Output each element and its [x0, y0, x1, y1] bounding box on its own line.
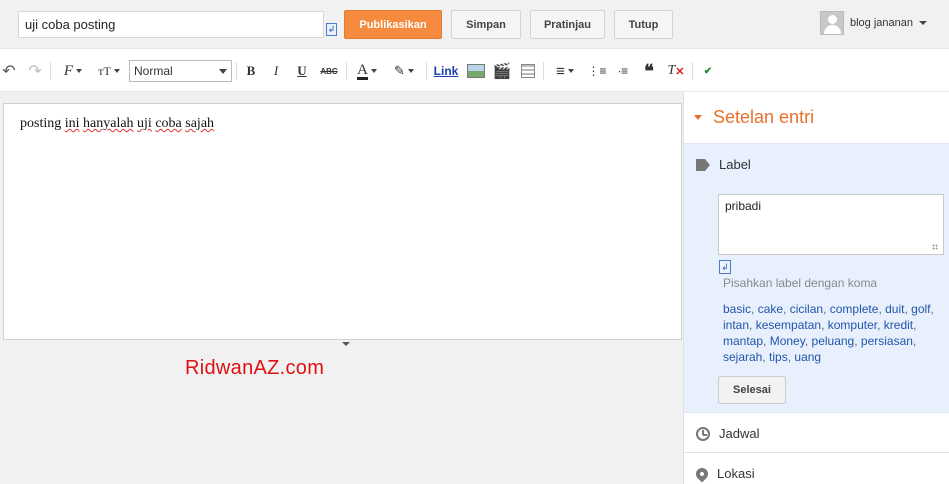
- post-title-input[interactable]: [18, 11, 324, 38]
- insert-link-button[interactable]: Link: [432, 61, 460, 81]
- post-settings-title: Setelan entri: [713, 106, 815, 127]
- spell-check-icon[interactable]: ✔: [698, 61, 718, 81]
- done-button[interactable]: Selesai: [718, 376, 786, 404]
- clock-icon: [696, 426, 710, 441]
- format-select[interactable]: Normal: [129, 60, 232, 82]
- label-suggestion[interactable]: persiasan: [861, 334, 913, 348]
- watermark: RidwanAZ.com: [185, 357, 325, 379]
- post-editor-page: ↲ Publikasikan Simpan Pratinjau Tutup bl…: [0, 0, 949, 484]
- editor-resize-handle[interactable]: [342, 342, 350, 346]
- undo-icon[interactable]: ↶: [0, 61, 18, 81]
- label-suggestion[interactable]: basic: [723, 302, 751, 316]
- label-suggestion[interactable]: kesempatan: [756, 318, 821, 332]
- save-button[interactable]: Simpan: [451, 10, 521, 39]
- post-body-editor[interactable]: posting ini hanyalah uji coba sajah: [3, 103, 682, 340]
- italic-icon[interactable]: I: [268, 61, 284, 81]
- schedule-section-header[interactable]: Jadwal: [696, 426, 759, 441]
- toolbar-divider: [692, 62, 693, 80]
- toolbar-divider: [426, 62, 427, 80]
- bulleted-list-icon[interactable]: ∙≡: [614, 61, 632, 81]
- label-suggestion[interactable]: cake: [758, 302, 783, 316]
- post-settings-header[interactable]: Setelan entri: [684, 92, 949, 142]
- label-suggestion[interactable]: complete: [830, 302, 879, 316]
- underline-icon[interactable]: U: [294, 61, 310, 81]
- post-settings-sidebar: Setelan entri Label pribadi ↲ Pisahkan l…: [683, 92, 949, 484]
- location-section-header[interactable]: Lokasi: [693, 465, 755, 482]
- editor-toolbar: ↶ ↷ F тT Normal B I U ABC A ✎ Link 🎬 ≡ ⋮…: [0, 48, 949, 92]
- toolbar-divider: [346, 62, 347, 80]
- label-suggestion[interactable]: mantap: [723, 334, 763, 348]
- preview-button[interactable]: Pratinjau: [530, 10, 605, 39]
- strikethrough-icon[interactable]: ABC: [318, 61, 340, 81]
- post-body-text: posting ini hanyalah uji coba sajah: [20, 116, 215, 131]
- quote-icon[interactable]: ❝: [640, 61, 658, 81]
- transliterate-icon[interactable]: ↲: [719, 260, 731, 274]
- close-button[interactable]: Tutup: [614, 10, 673, 39]
- chevron-down-icon: [919, 21, 928, 25]
- transliterate-icon[interactable]: ↲: [326, 23, 337, 36]
- text-color-icon[interactable]: A: [352, 61, 382, 81]
- top-bar: ↲ Publikasikan Simpan Pratinjau Tutup bl…: [0, 0, 949, 48]
- chevron-down-icon: [219, 69, 227, 74]
- redo-icon[interactable]: ↷: [26, 61, 44, 81]
- label-suggestion[interactable]: sejarah: [723, 350, 762, 364]
- bold-icon[interactable]: B: [243, 61, 259, 81]
- label-section: Label pribadi ↲ Pisahkan label dengan ko…: [684, 143, 949, 413]
- label-suggestion[interactable]: intan: [723, 318, 749, 332]
- schedule-section-title: Jadwal: [719, 426, 760, 441]
- font-family-icon[interactable]: F: [57, 61, 89, 81]
- section-divider: [684, 452, 949, 453]
- label-section-header[interactable]: Label: [696, 157, 751, 172]
- toolbar-divider: [543, 62, 544, 80]
- align-icon[interactable]: ≡: [550, 61, 580, 81]
- remove-formatting-icon[interactable]: T ✕: [666, 61, 686, 81]
- textarea-resize-grip-icon[interactable]: [932, 244, 938, 250]
- label-hint: Pisahkan label dengan koma: [723, 276, 878, 290]
- font-size-icon[interactable]: тT: [94, 61, 124, 81]
- label-suggestion[interactable]: komputer: [828, 318, 877, 332]
- publish-button[interactable]: Publikasikan: [344, 10, 442, 39]
- location-section-title: Lokasi: [717, 466, 755, 481]
- format-select-value: Normal: [134, 64, 173, 78]
- label-suggestion[interactable]: peluang: [812, 334, 855, 348]
- avatar: [820, 11, 844, 35]
- user-menu[interactable]: blog jananan: [820, 11, 928, 35]
- insert-image-icon[interactable]: [465, 61, 487, 81]
- numbered-list-icon[interactable]: ⋮≡: [588, 61, 607, 81]
- label-suggestion[interactable]: kredit: [884, 318, 913, 332]
- label-section-title: Label: [719, 157, 751, 172]
- insert-jump-break-icon[interactable]: [517, 61, 539, 81]
- label-suggestion[interactable]: uang: [794, 350, 821, 364]
- toolbar-divider: [236, 62, 237, 80]
- collapse-triangle-icon: [694, 114, 702, 120]
- label-suggestion[interactable]: Money: [770, 334, 805, 348]
- label-suggestions: basic, cake, cicilan, complete, duit, go…: [723, 302, 934, 364]
- toolbar-divider: [50, 62, 51, 80]
- label-suggestion[interactable]: duit: [885, 302, 904, 316]
- location-pin-icon: [693, 465, 711, 482]
- tag-icon: [696, 158, 710, 171]
- label-input[interactable]: pribadi: [718, 194, 944, 255]
- highlight-color-icon[interactable]: ✎: [388, 61, 420, 81]
- label-suggestion[interactable]: tips: [769, 350, 788, 364]
- label-suggestion[interactable]: golf: [911, 302, 930, 316]
- label-suggestion[interactable]: cicilan: [790, 302, 823, 316]
- insert-video-icon[interactable]: 🎬: [491, 61, 513, 81]
- user-name: blog jananan: [850, 17, 914, 29]
